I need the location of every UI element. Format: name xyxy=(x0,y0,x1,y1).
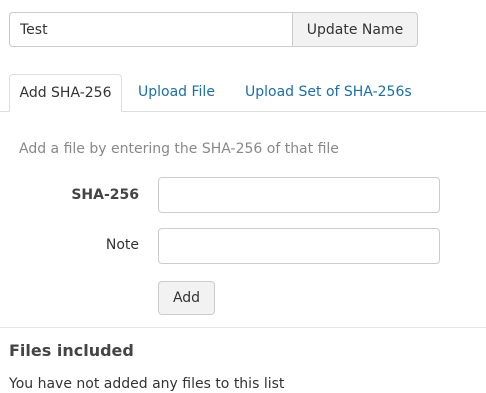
tab-add-sha256[interactable]: Add SHA-256 xyxy=(9,74,122,112)
sha256-input[interactable] xyxy=(158,177,440,213)
section-divider xyxy=(0,327,486,328)
tab-upload-set-of-sha256s[interactable]: Upload Set of SHA-256s xyxy=(245,74,412,112)
update-name-button[interactable]: Update Name xyxy=(292,12,418,47)
note-input[interactable] xyxy=(158,228,440,264)
files-empty-message: You have not added any files to this lis… xyxy=(9,376,285,392)
tab-bar: Add SHA-256 Upload File Upload Set of SH… xyxy=(0,74,486,112)
note-label: Note xyxy=(105,237,139,253)
add-button[interactable]: Add xyxy=(158,281,215,315)
files-included-heading: Files included xyxy=(9,341,134,360)
sha256-label: SHA-256 xyxy=(71,187,139,203)
list-name-input[interactable] xyxy=(9,12,292,47)
tab-upload-file[interactable]: Upload File xyxy=(138,74,215,112)
list-name-form: Update Name xyxy=(9,12,418,47)
add-instruction-text: Add a file by entering the SHA-256 of th… xyxy=(19,141,339,157)
